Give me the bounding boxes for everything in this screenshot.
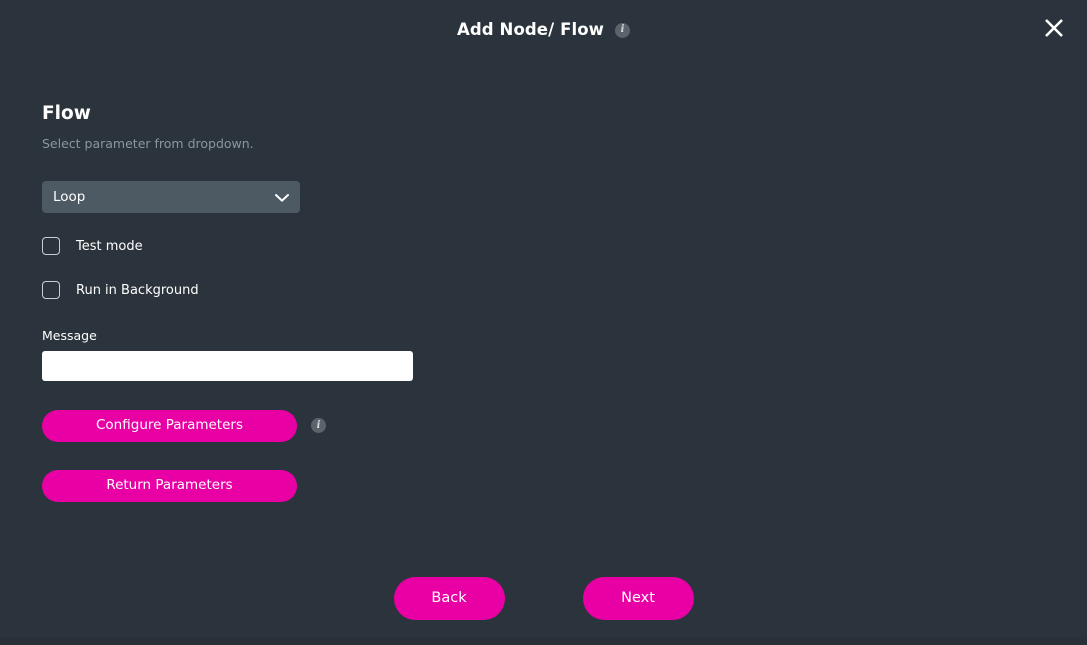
message-input[interactable] [42,351,413,381]
flow-form: Flow Select parameter from dropdown. Loo… [42,104,682,502]
modal-title-group: Add Node/ Flow i [0,22,1087,39]
page-title: Add Node/ Flow [457,22,604,39]
checkbox-label-test-mode: Test mode [76,240,143,253]
configure-parameters-row: Configure Parameters i [42,410,682,442]
title-info-icon[interactable]: i [615,23,630,38]
flow-type-dropdown[interactable]: Loop [42,181,300,213]
checkbox-row-run-in-background[interactable]: Run in Background [42,281,199,299]
configure-parameters-info-icon[interactable]: i [311,418,326,433]
modal-header: Add Node/ Flow i [0,0,1087,68]
checkbox-row-test-mode[interactable]: Test mode [42,237,143,255]
add-node-flow-modal: Add Node/ Flow i Flow Select parameter f… [0,0,1087,645]
close-icon [1042,16,1066,40]
checkbox-run-in-background[interactable] [42,281,60,299]
close-button[interactable] [1033,7,1075,49]
back-button[interactable]: Back [394,577,505,620]
flow-type-dropdown-wrapper: Loop [42,181,300,213]
section-subtitle: Select parameter from dropdown. [42,136,682,151]
checkbox-label-run-in-background: Run in Background [76,284,199,297]
next-button[interactable]: Next [583,577,694,620]
configure-parameters-button[interactable]: Configure Parameters [42,410,297,442]
flow-type-dropdown-value: Loop [53,191,85,205]
return-parameters-row: Return Parameters [42,470,682,502]
checkbox-test-mode[interactable] [42,237,60,255]
message-field-label: Message [42,330,682,343]
return-parameters-button[interactable]: Return Parameters [42,470,297,502]
section-title: Flow [42,104,682,124]
wizard-navigation: Back Next [0,577,1087,620]
footer-strip [0,637,1087,645]
